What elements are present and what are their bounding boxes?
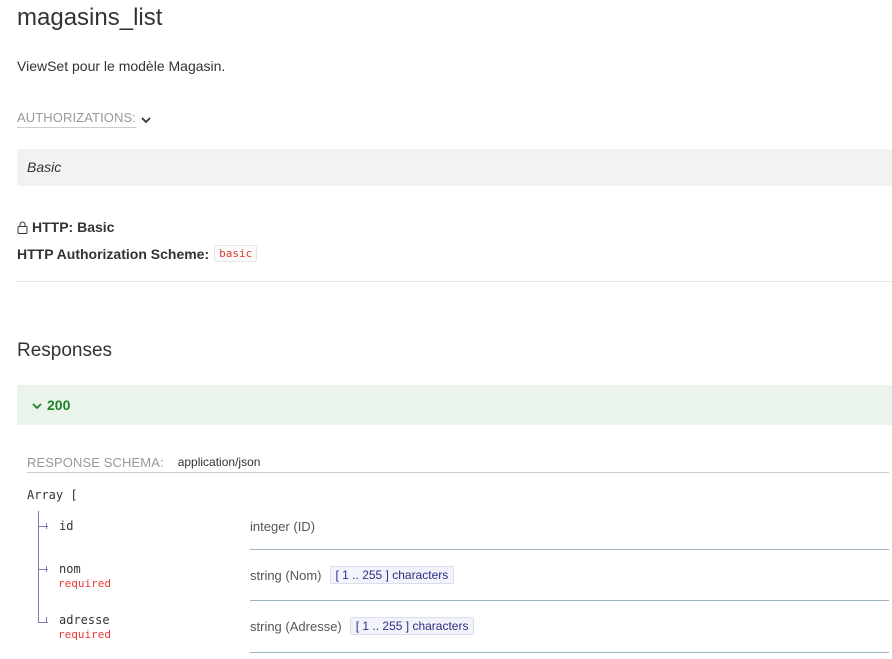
property-name-adresse: adresse [59, 613, 110, 627]
api-operation-page: magasins_list ViewSet pour le modèle Mag… [0, 0, 892, 659]
property-required-nom: required [58, 577, 111, 590]
http-scheme-value: basic [214, 245, 258, 262]
property-type-label: string (Nom) [250, 567, 322, 583]
property-name-nom: nom [59, 562, 81, 576]
authorization-scheme-tab-label: Basic [27, 159, 62, 175]
property-type-label: integer (ID) [250, 519, 316, 534]
authorizations-label: AUTHORIZATIONS: [17, 110, 136, 128]
schema-tree-tick [38, 569, 48, 570]
schema-tree-tick [38, 526, 48, 527]
http-basic-title: HTTP: Basic [32, 219, 115, 235]
property-constraint-badge: [ 1 .. 255 ] characters [349, 617, 475, 635]
responses-title: Responses [17, 340, 113, 361]
http-scheme-label: HTTP Authorization Scheme: [17, 245, 210, 262]
property-row-divider [250, 600, 889, 601]
response-schema-header: RESPONSE SCHEMA: application/json [27, 452, 889, 473]
array-open-label: Array [ [27, 488, 78, 502]
response-200-toggle[interactable]: 200 [17, 385, 892, 425]
chevron-down-icon [31, 399, 43, 411]
property-type-nom: string (Nom) [ 1 .. 255 ] characters [250, 566, 455, 584]
lock-icon [17, 221, 28, 234]
response-content-type: application/json [177, 455, 261, 469]
section-divider [17, 281, 892, 282]
property-type-label: string (Adresse) [250, 618, 342, 634]
property-type-id: integer (ID) [250, 519, 315, 534]
schema-tree-line [38, 511, 39, 623]
authorizations-toggle[interactable]: AUTHORIZATIONS: [17, 110, 152, 128]
schema-tree-tick [38, 622, 48, 623]
http-basic-heading: HTTP: Basic [17, 219, 114, 235]
chevron-down-icon [140, 113, 152, 125]
property-type-adresse: string (Adresse) [ 1 .. 255 ] characters [250, 617, 475, 635]
property-name-id: id [59, 519, 74, 533]
operation-description: ViewSet pour le modèle Magasin. [17, 58, 226, 74]
authorization-scheme-tab[interactable]: Basic [17, 149, 892, 186]
property-required-adresse: required [58, 628, 111, 641]
response-status-code: 200 [47, 397, 71, 413]
property-constraint-badge: [ 1 .. 255 ] characters [329, 566, 455, 584]
property-row-divider [250, 652, 889, 653]
http-scheme-row: HTTP Authorization Scheme: basic [17, 245, 258, 262]
operation-title: magasins_list [17, 4, 163, 31]
response-schema-label: RESPONSE SCHEMA: [27, 454, 164, 470]
property-row-divider [250, 549, 889, 550]
